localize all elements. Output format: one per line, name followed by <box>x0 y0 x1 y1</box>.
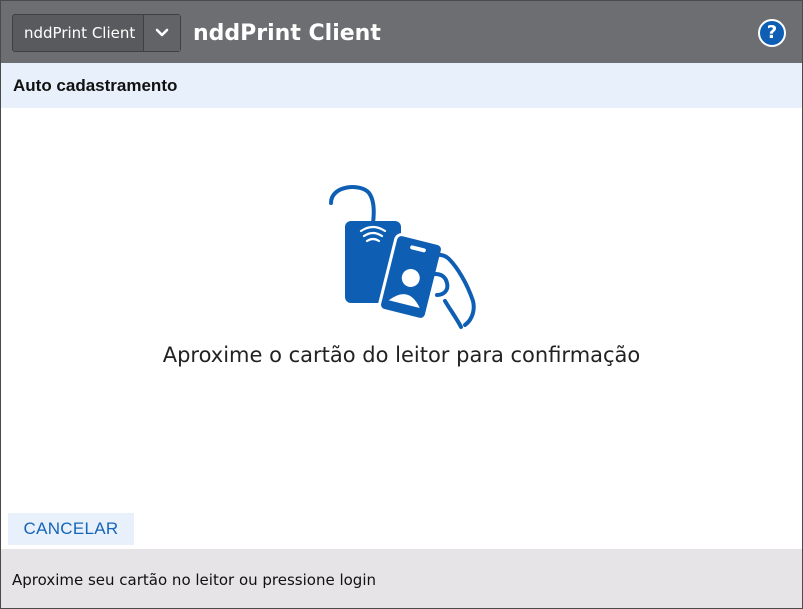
status-bar: Aproxime seu cartão no leitor ou pressio… <box>1 549 802 608</box>
section-title: Auto cadastramento <box>13 76 178 95</box>
instruction-text: Aproxime o cartão do leitor para confirm… <box>162 343 641 367</box>
app-title: nddPrint Client <box>193 21 381 46</box>
status-text: Aproxime seu cartão no leitor ou pressio… <box>12 571 376 589</box>
app-window: nddPrint Client nddPrint Client ? Auto c… <box>0 0 803 609</box>
help-button[interactable]: ? <box>758 19 786 47</box>
header-bar: nddPrint Client nddPrint Client ? <box>1 1 802 63</box>
cancel-button[interactable]: CANCELAR <box>8 513 134 545</box>
app-selector-dropdown[interactable]: nddPrint Client <box>12 14 181 52</box>
card-reader-icon <box>329 185 476 329</box>
chevron-down-icon[interactable] <box>143 15 180 51</box>
section-header: Auto cadastramento <box>1 63 802 108</box>
app-selector-value: nddPrint Client <box>24 24 136 42</box>
